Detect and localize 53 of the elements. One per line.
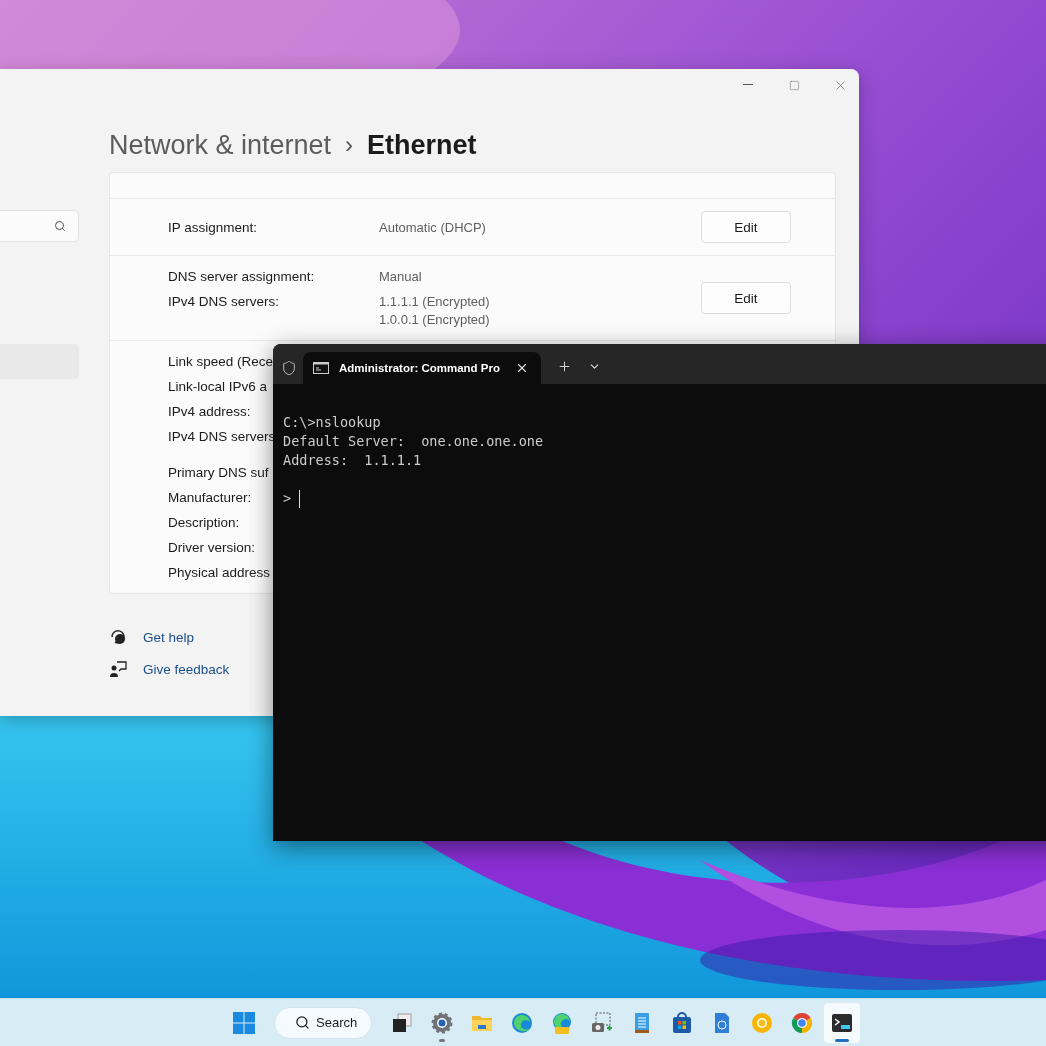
setting-value: 1.0.0.1 (Encrypted) [379,311,490,328]
gear-icon [430,1010,454,1035]
help-link[interactable]: Get help [143,629,195,645]
prompt-symbol: > [283,489,292,508]
breadcrumb-link[interactable]: Network & internet [109,129,332,161]
edit-button[interactable]: Edit [701,211,791,243]
text-cursor [299,489,301,508]
shopping-bag-icon [670,1010,694,1035]
maximize-icon [788,79,800,91]
feedback-icon [109,660,127,678]
setting-value: Manual [379,268,422,285]
taskbar-search[interactable]: Search [274,1006,372,1039]
windows-icon [233,1011,255,1034]
help-link[interactable]: Give feedback [143,661,230,677]
property-label: Physical address [168,564,271,581]
page-title: Ethernet [367,129,477,161]
search-field[interactable] [0,210,79,242]
swirl-icon [550,1010,574,1035]
setting-value: Automatic (DHCP) [379,218,486,236]
setting-value: 1.1.1.1 (Encrypted) [379,293,490,310]
setting-label: DNS server assignment: [168,268,315,285]
breadcrumb-separator: › [345,131,354,159]
property-label: Primary DNS suf [168,464,269,481]
property-label: Driver version: [168,539,256,556]
edit-button[interactable]: Edit [701,282,791,314]
console-line: Address: 1.1.1.1 [283,451,423,470]
console-line: Default Server: one.one.one.one [283,432,545,451]
new-tab-button[interactable] [557,359,572,374]
task-view-icon [390,1010,414,1035]
property-label: Manufacturer: [168,489,252,506]
console-icon [313,362,329,374]
close-icon [515,361,529,375]
camera-icon [590,1010,614,1035]
swirl-icon [510,1010,534,1035]
search-icon [54,220,66,232]
setting-label: IP assignment: [168,218,258,236]
property-label: Link-local IPv6 a [168,378,268,395]
setting-label: IPv4 DNS servers: [168,293,280,310]
running-indicator [439,1038,445,1042]
property-label: Link speed (Rece [168,353,274,370]
running-indicator [835,1038,849,1042]
property-label: IPv4 address: [168,403,251,420]
console-line: C:\>nslookup [283,413,382,432]
property-label: Description: [168,514,240,531]
close-tab-button[interactable] [515,361,529,375]
round-logo-icon [790,1010,814,1035]
taskbar-app[interactable] [824,1002,860,1043]
minimize-icon [743,84,753,86]
shield-icon [281,360,297,376]
search-icon [295,1015,310,1030]
terminal-tab[interactable]: Administrator: Command Pro [303,352,541,384]
plus-icon [557,359,572,374]
ring-icon [750,1010,774,1035]
